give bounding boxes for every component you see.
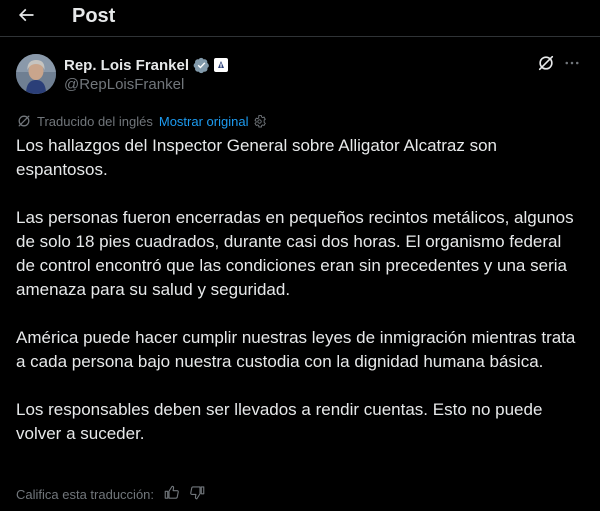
post-paragraph: América puede hacer cumplir nuestras ley… [16,328,576,371]
author-name-row: Rep. Lois Frankel [64,55,229,75]
thumbs-down-icon [189,485,205,503]
gear-icon[interactable] [252,114,267,129]
translate-icon [16,113,32,129]
header-divider [0,36,600,37]
rate-translation-row: Califica esta traducción: [16,484,206,504]
translation-bar: Traducido del inglés Mostrar original [16,112,267,130]
top-bar: Post [0,0,600,34]
show-original-link[interactable]: Mostrar original [159,114,249,129]
more-options-button[interactable] [560,55,584,75]
verified-badge-icon[interactable] [193,57,210,74]
back-button[interactable] [10,3,42,31]
page-title: Post [72,5,116,27]
thumbs-up-icon [164,485,179,503]
post-paragraph: Los hallazgos del Inspector General sobr… [16,136,497,179]
post-paragraph: Los responsables deben ser llevados a re… [16,400,543,443]
grok-icon [537,54,555,77]
thumbs-down-button[interactable] [188,485,206,503]
post-text: Los hallazgos del Inspector General sobr… [16,134,582,470]
arrow-left-icon [16,5,36,30]
avatar[interactable] [16,54,56,94]
translated-label: Traducido del inglés [37,113,153,129]
government-affiliation-icon[interactable] [214,58,229,72]
author-handle[interactable]: @RepLoisFrankel [64,76,184,93]
thumbs-up-button[interactable] [162,485,180,503]
rate-translation-label: Califica esta traducción: [16,486,155,502]
author-name[interactable]: Rep. Lois Frankel [64,57,189,74]
more-horizontal-icon [563,54,581,77]
post-paragraph: Las personas fueron encerradas en pequeñ… [16,208,574,299]
grok-button[interactable] [535,55,557,75]
